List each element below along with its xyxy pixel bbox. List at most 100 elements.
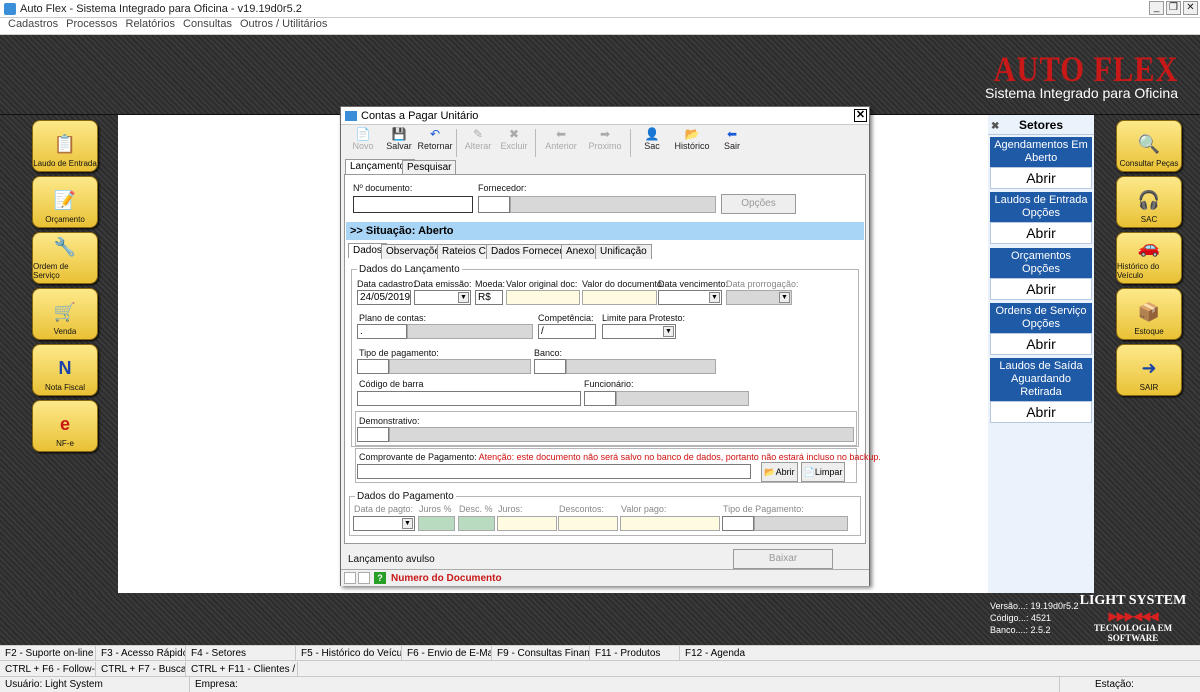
abrir-button[interactable]: 📂Abrir [761, 462, 798, 482]
sac-side-button[interactable]: 🎧 SAC [1116, 176, 1182, 228]
fkey-f3[interactable]: F3 - Acesso Rápido [96, 646, 186, 661]
funcionario-code-input[interactable] [584, 391, 616, 406]
sac-button[interactable]: 👤 Sac [634, 127, 670, 159]
function-keys-bar: F2 - Suporte on-line F3 - Acesso Rápido … [0, 646, 1200, 692]
setor-orcamentos: Orçamentos Opções Abrir [990, 248, 1092, 300]
alterar-button[interactable]: ✎ Alterar [460, 127, 496, 159]
toolbar: 📄 Novo 💾 Salvar ↶ Retornar ✎ Alterar ✖ Exclui… [345, 127, 750, 159]
tab-pesquisar[interactable]: Pesquisar [402, 160, 457, 175]
baixar-button[interactable]: Baixar [733, 549, 833, 569]
data-venc-picker[interactable]: ▼ [658, 290, 722, 305]
anterior-button[interactable]: ⬅ Anterior [539, 127, 583, 159]
descontos-input[interactable] [558, 516, 618, 531]
data-pago-label: Data de pagto: [354, 504, 414, 514]
wrench-icon: 🔧 [53, 236, 77, 257]
excluir-button[interactable]: ✖ Excluir [496, 127, 532, 159]
fkey-f9[interactable]: F9 - Consultas Financeir [492, 646, 590, 661]
demonstrativo-code-input[interactable] [357, 427, 389, 442]
save-icon: 💾 [391, 127, 407, 141]
historico-button[interactable]: 📂 Histórico [670, 127, 714, 159]
estoque-label: Estoque [1134, 327, 1164, 336]
restore-button[interactable]: ❐ [1166, 1, 1181, 15]
laudo-entrada-button[interactable]: 📋 Laudo de Entrada [32, 120, 98, 172]
limite-select[interactable]: ▼ [602, 324, 676, 339]
venda-button[interactable]: 🛒 Venda [32, 288, 98, 340]
nfe-button[interactable]: e NF-e [32, 400, 98, 452]
setores-header: ✖ Setores [988, 115, 1094, 135]
fkey-f11[interactable]: F11 - Produtos [590, 646, 680, 661]
status-bar: Usuário: Light System Empresa: Estação: [0, 677, 1200, 692]
fornecedor-name-field [510, 196, 716, 213]
tipo-pag-code-input[interactable] [357, 359, 389, 374]
sair-side-button[interactable]: ➜ SAIR [1116, 344, 1182, 396]
orcamento-button[interactable]: 📝 Orçamento [32, 176, 98, 228]
fkey-f12[interactable]: F12 - Agenda [680, 646, 1200, 661]
nota-fiscal-button[interactable]: N Nota Fiscal [32, 344, 98, 396]
consultar-pecas-button[interactable]: 🔍 Consultar Peças [1116, 120, 1182, 172]
data-emissao-picker[interactable]: ▼ [414, 290, 471, 305]
data-venc-label: Data vencimento: [658, 279, 729, 289]
menu-consultas[interactable]: Consultas [183, 18, 232, 34]
juros-input[interactable] [497, 516, 557, 531]
num-doc-input[interactable] [353, 196, 473, 213]
setores-close-icon[interactable]: ✖ [991, 117, 999, 137]
limpar-button[interactable]: 📄Limpar [801, 462, 845, 482]
fkey-f6[interactable]: F6 - Envio de E-Mail [402, 646, 492, 661]
valor-original-input[interactable] [506, 290, 580, 305]
juros-pct-input[interactable] [418, 516, 455, 531]
descontos-label: Descontos: [559, 504, 605, 514]
arrow-right-icon: ➡ [599, 127, 611, 141]
data-cadastro-label: Data cadastro: [357, 279, 416, 289]
competencia-input[interactable]: / [538, 324, 596, 339]
data-cadastro-input[interactable]: 24/05/2019 [357, 290, 411, 305]
dialog-titlebar: Contas a Pagar Unitário [341, 107, 869, 125]
lightsystem-arrows: ▶▶▶◀◀◀ [1108, 609, 1158, 623]
fkey-ctrl-f11[interactable]: CTRL + F11 - Clientes / Forr [186, 662, 298, 677]
opcoes-button[interactable]: Opções [721, 194, 796, 214]
comprovante-input[interactable] [357, 464, 751, 479]
close-button[interactable]: ✕ [1183, 1, 1198, 15]
delete-icon: ✖ [508, 127, 520, 141]
cod-barra-input[interactable] [357, 391, 581, 406]
setor-abrir-button[interactable]: Abrir [990, 333, 1092, 355]
historico-veiculo-button[interactable]: 🚗 Histórico do Veículo [1116, 232, 1182, 284]
calendar-car-icon: 🚗 [1137, 236, 1161, 257]
lightsystem-tagline: TECNOLOGIA EM SOFTWARE [1093, 623, 1173, 643]
menu-processos[interactable]: Processos [66, 18, 117, 34]
fkey-f5[interactable]: F5 - Histórico do Veículo [296, 646, 402, 661]
setor-abrir-button[interactable]: Abrir [990, 167, 1092, 189]
fkey-ctrl-f7[interactable]: CTRL + F7 - Busca CEI [96, 662, 186, 677]
historico-veiculo-label: Histórico do Veículo [1117, 262, 1160, 280]
dialog-close-button[interactable]: ✕ [854, 109, 867, 122]
menu-relatorios[interactable]: Relatórios [126, 18, 176, 34]
proximo-button[interactable]: ➡ Proximo [583, 127, 627, 159]
novo-button[interactable]: 📄 Novo [345, 127, 381, 159]
banco-code-input[interactable] [534, 359, 566, 374]
headset-icon: 🎧 [1137, 189, 1161, 210]
setor-abrir-button[interactable]: Abrir [990, 278, 1092, 300]
retornar-button[interactable]: ↶ Retornar [417, 127, 453, 159]
tipo-pagamento-code-input[interactable] [722, 516, 754, 531]
setor-abrir-button[interactable]: Abrir [990, 401, 1092, 423]
fornecedor-code-input[interactable] [478, 196, 510, 213]
salvar-button[interactable]: 💾 Salvar [381, 127, 417, 159]
valor-doc-input[interactable] [582, 290, 657, 305]
subtab-unificacao[interactable]: Unificação [595, 244, 652, 259]
menu-outros[interactable]: Outros / Utilitários [240, 18, 327, 34]
nfe-label: NF-e [56, 439, 74, 448]
plano-code-input[interactable]: . [357, 324, 407, 339]
moeda-input[interactable]: R$ [475, 290, 503, 305]
estoque-button[interactable]: 📦 Estoque [1116, 288, 1182, 340]
minimize-button[interactable]: _ [1149, 1, 1164, 15]
sair-button[interactable]: ⬅ Sair [714, 127, 750, 159]
lightsystem-logo: LIGHT SYSTEM ▶▶▶◀◀◀ TECNOLOGIA EM SOFTWA… [1072, 593, 1194, 645]
ordem-servico-button[interactable]: 🔧 Ordem de Serviço [32, 232, 98, 284]
fkey-ctrl-f6[interactable]: CTRL + F6 - Follow-up [0, 662, 96, 677]
menu-cadastros[interactable]: Cadastros [8, 18, 58, 34]
valor-pago-input[interactable] [620, 516, 720, 531]
fkey-f2[interactable]: F2 - Suporte on-line [0, 646, 96, 661]
desc-pct-input[interactable] [458, 516, 495, 531]
data-pago-picker[interactable]: ▼ [353, 516, 415, 531]
setor-abrir-button[interactable]: Abrir [990, 222, 1092, 244]
fkey-f4[interactable]: F4 - Setores [186, 646, 296, 661]
